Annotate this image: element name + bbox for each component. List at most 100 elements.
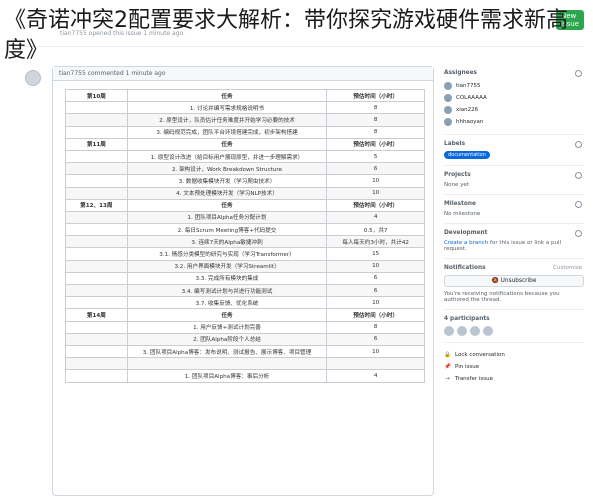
table-row: 1. 讨论并编写需求规格说明书 8 xyxy=(65,101,425,115)
cell-task: 3.2. 用户界面模块开发（学习Streamlit） xyxy=(126,259,328,273)
cell-hours xyxy=(326,357,425,371)
lock-conversation-action[interactable]: 🔒 Lock conversation xyxy=(444,349,584,361)
gear-icon[interactable] xyxy=(575,141,582,148)
cell-task: 2. 架构设计，Work Breakdown Structure xyxy=(126,162,328,176)
avatar[interactable] xyxy=(483,326,493,336)
avatar[interactable] xyxy=(444,326,454,336)
participants-avatars xyxy=(444,326,584,336)
assignee-item[interactable]: tian7755 xyxy=(444,80,584,92)
assignees-title: Assignees xyxy=(444,70,477,76)
table-row: 1. 团队项目Alpha博客：事后分析 4 xyxy=(65,369,425,383)
pin-issue-action[interactable]: 📌 Pin issue xyxy=(444,361,584,373)
cell-hours: 8 xyxy=(326,113,425,127)
cell-week xyxy=(65,332,128,346)
issue-actions: 🔒 Lock conversation 📌 Pin issue → Transfer … xyxy=(444,349,584,385)
cell-task: 3.7. 收集反馈、优化系统 xyxy=(126,296,328,310)
projects-value: None yet xyxy=(444,182,469,188)
cell-week: 第11周 xyxy=(65,137,128,151)
assignees-section: Assignees tian7755 COLAAAAA xian226 hhha… xyxy=(444,70,584,135)
cell-week xyxy=(65,235,128,249)
cell-hours: 4 xyxy=(326,369,425,383)
table-header-row: 第14周 任务 预估时间（小时） xyxy=(65,308,425,322)
cell-hours: 8 xyxy=(326,101,425,115)
assignee-name: tian7755 xyxy=(456,83,481,89)
milestone-title: Milestone xyxy=(444,201,476,207)
gear-icon[interactable] xyxy=(575,70,582,77)
cell-hours: 8 xyxy=(326,320,425,334)
cell-hours: 6 xyxy=(326,162,425,176)
cell-hours: 10 xyxy=(326,296,425,310)
cell-task: 2. 团队Alpha阶段个人总结 xyxy=(126,332,328,346)
cell-week xyxy=(65,113,128,127)
table-row: 1. 团队项目Alpha任务分配计划 4 xyxy=(65,210,425,225)
unsubscribe-button[interactable]: 🔕 Unsubscribe xyxy=(444,275,584,287)
issue-sidebar: Assignees tian7755 COLAAAAA xian226 hhha… xyxy=(444,70,584,385)
cell-task: 3. 连续7天的Alpha敏捷冲刺 xyxy=(126,235,328,249)
author-avatar[interactable] xyxy=(25,70,41,86)
assignee-item[interactable]: hhhaoyan xyxy=(444,116,584,128)
labels-section: Labels documentation xyxy=(444,141,584,166)
table-row: 3. 团队项目Alpha博客：发布说明、测试报告、展示博客、项目管理 10 xyxy=(65,344,425,359)
development-text: Create a branch for this issue or link a… xyxy=(444,240,584,252)
assignee-name: COLAAAAA xyxy=(456,95,487,101)
cell-week xyxy=(65,344,128,359)
cell-task: 3.1. 情感分类模型的研究与实现（学习Transformer） xyxy=(126,247,328,261)
participants-section: 4 participants xyxy=(444,316,584,343)
cell-week xyxy=(65,247,128,261)
cell-task: 1. 讨论并编写需求规格说明书 xyxy=(126,101,328,115)
cell-hours: 预估时间（小时） xyxy=(326,88,425,103)
cell-hours: 4 xyxy=(326,210,425,225)
label-documentation[interactable]: documentation xyxy=(444,151,490,159)
cell-task: 4. 文本预处理模块开发（学习NLP技术） xyxy=(126,186,328,200)
bell-slash-icon: 🔕 xyxy=(491,278,501,284)
labels-title: Labels xyxy=(444,141,466,147)
table-row: 3.4. 编写测试计划与并进行功能测试 6 xyxy=(65,283,425,298)
cell-task: 2. 每日Scrum Meeting博客+代码提交 xyxy=(126,223,328,237)
gear-icon[interactable] xyxy=(575,230,582,237)
cell-hours: 预估时间（小时） xyxy=(326,137,425,151)
avatar xyxy=(444,82,452,90)
table-row: 3.1. 情感分类模型的研究与实现（学习Transformer） 15 xyxy=(65,247,425,261)
cell-hours: 6 xyxy=(326,332,425,346)
comment-header: tian7755 commented 1 minute ago xyxy=(53,67,433,81)
assignee-item[interactable]: xian226 xyxy=(444,104,584,116)
cell-week xyxy=(65,283,128,298)
cell-task: 3.3. 完成所有模块的集成 xyxy=(126,271,328,286)
table-row: 2. 团队Alpha阶段个人总结 6 xyxy=(65,332,425,346)
cell-task: 任务 xyxy=(126,308,328,322)
assignee-name: xian226 xyxy=(456,107,479,113)
cell-task: 3. 数据收集模块开发（学习爬虫技术） xyxy=(126,174,328,188)
transfer-label: Transfer issue xyxy=(455,376,493,382)
cell-hours: 6 xyxy=(326,283,425,298)
participants-title: 4 participants xyxy=(444,316,490,322)
cell-hours: 10 xyxy=(326,174,425,188)
table-row: 3. 数据收集模块开发（学习爬虫技术） 10 xyxy=(65,174,425,188)
table-row: 3.7. 收集反馈、优化系统 10 xyxy=(65,296,425,310)
overlay-title: 《奇诺冲突2配置要求大解析：带你探究游戏硬件需求新高度》 xyxy=(4,8,568,63)
customize-link[interactable]: Customize xyxy=(553,265,582,271)
development-title: Development xyxy=(444,230,488,236)
cell-week xyxy=(65,149,128,164)
lock-label: Lock conversation xyxy=(455,352,505,358)
cell-week: 第10周 xyxy=(65,88,128,103)
cell-hours: 预估时间（小时） xyxy=(326,198,425,212)
pin-icon: 📌 xyxy=(444,364,451,370)
cell-week: 第14周 xyxy=(65,308,128,322)
table-row: 4. 文本预处理模块开发（学习NLP技术） 10 xyxy=(65,186,425,200)
avatar xyxy=(444,94,452,102)
gear-icon[interactable] xyxy=(575,201,582,208)
cell-hours: 预估时间（小时） xyxy=(326,308,425,322)
gear-icon[interactable] xyxy=(575,172,582,179)
avatar[interactable] xyxy=(470,326,480,336)
table-row: 1. 原型设计改进（给目标用户展现原型，并进一步理解需求） 5 xyxy=(65,149,425,164)
table-row: 1. 用户反馈+测试计划完善 8 xyxy=(65,320,425,334)
assignee-item[interactable]: COLAAAAA xyxy=(444,92,584,104)
unsubscribe-label: Unsubscribe xyxy=(500,278,537,284)
development-section: Development Create a branch for this iss… xyxy=(444,230,584,259)
table-row xyxy=(65,357,425,371)
transfer-issue-action[interactable]: → Transfer issue xyxy=(444,373,584,385)
avatar[interactable] xyxy=(457,326,467,336)
cell-task: 3. 编码规范完成，团队平台环境搭建完成，初步架构搭建 xyxy=(126,125,328,139)
cell-week xyxy=(65,210,128,225)
assignee-name: hhhaoyan xyxy=(456,119,484,125)
